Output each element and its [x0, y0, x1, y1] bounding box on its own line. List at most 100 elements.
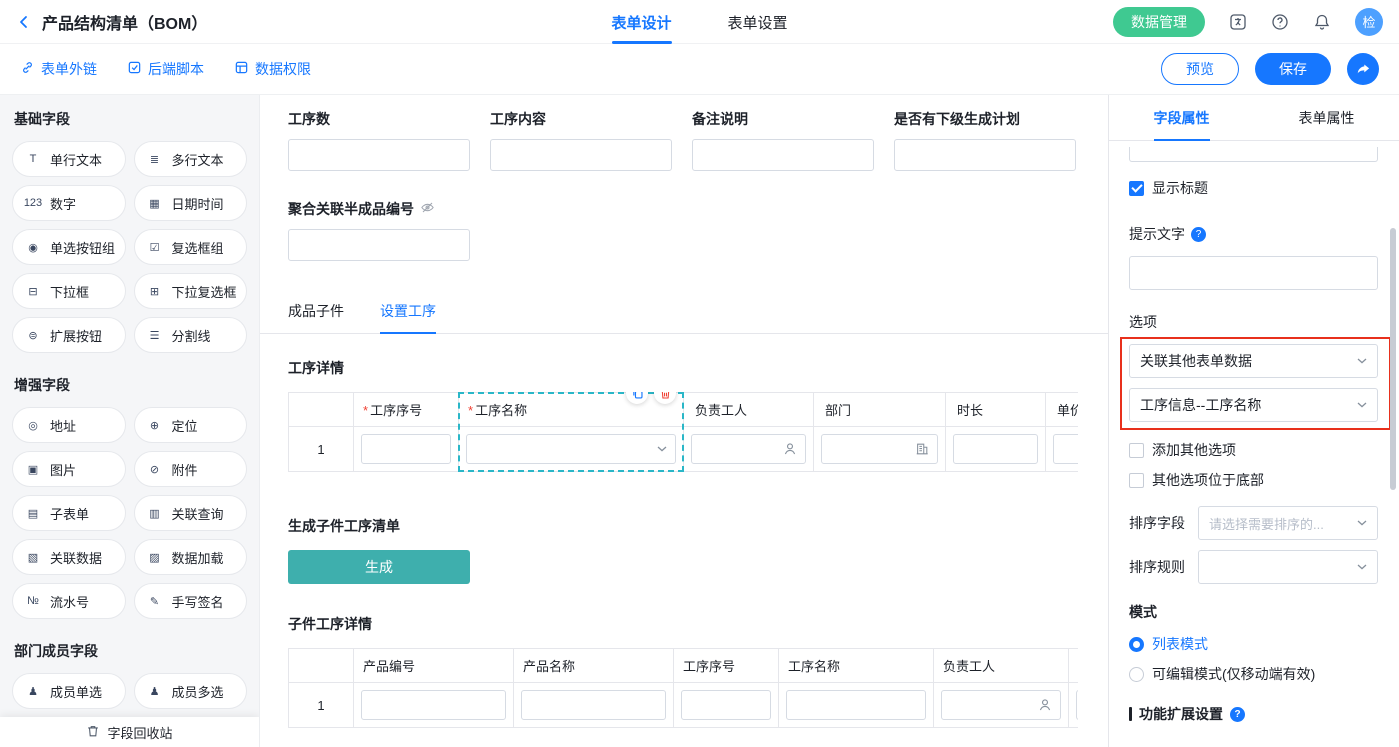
field-item-multi-line-text[interactable]: ≣多行文本: [134, 141, 248, 177]
agg-code-input[interactable]: [288, 229, 470, 261]
location-icon: ⊕: [145, 419, 165, 432]
help-icon[interactable]: [1271, 13, 1289, 31]
field-title-input-clipped[interactable]: [1129, 147, 1378, 162]
sort-field-label: 排序字段: [1129, 513, 1185, 533]
field-item-image[interactable]: ▣图片: [12, 451, 126, 487]
field-item-subform[interactable]: ▤子表单: [12, 495, 126, 531]
field-item-divider[interactable]: ☰分割线: [134, 317, 248, 353]
data-permission-link[interactable]: 数据权限: [234, 59, 311, 79]
member-single-icon: ♟: [23, 685, 43, 698]
question-icon[interactable]: [1230, 707, 1245, 722]
preview-button[interactable]: 预览: [1161, 53, 1239, 85]
data-manage-button[interactable]: 数据管理: [1113, 7, 1205, 37]
question-icon[interactable]: [1191, 227, 1206, 242]
field-item-signature[interactable]: ✎手写签名: [134, 583, 248, 619]
field-item-select[interactable]: ⊟下拉框: [12, 273, 126, 309]
generate-button[interactable]: 生成: [288, 550, 470, 584]
notification-bell-icon[interactable]: [1313, 13, 1331, 31]
show-title-checkbox[interactable]: [1129, 181, 1144, 196]
field-item-single-line-text[interactable]: T单行文本: [12, 141, 126, 177]
list-mode-radio[interactable]: [1129, 637, 1144, 652]
sort-rule-select[interactable]: [1198, 550, 1378, 584]
other-option-bottom-checkbox[interactable]: [1129, 473, 1144, 488]
field-recycle-bin[interactable]: 字段回收站: [0, 717, 259, 747]
field-item-location[interactable]: ⊕定位: [134, 407, 248, 443]
form-field-agg-code[interactable]: 聚合关联半成品编号: [288, 199, 1108, 261]
script-icon: [127, 60, 142, 78]
process-name-select[interactable]: [466, 434, 676, 464]
subform-icon: ▤: [23, 507, 43, 520]
editable-mode-radio[interactable]: [1129, 667, 1144, 682]
sub-process-seq-input[interactable]: [690, 697, 762, 713]
field-item-attachment[interactable]: ⊘附件: [134, 451, 248, 487]
product-code-input[interactable]: [370, 697, 497, 713]
sort-field-select[interactable]: 请选择需要排序的...: [1198, 506, 1378, 540]
process-content-input[interactable]: [490, 139, 672, 171]
linked-data-icon: ▧: [23, 551, 43, 564]
field-item-datetime[interactable]: ▦日期时间: [134, 185, 248, 221]
remark-input[interactable]: [692, 139, 874, 171]
field-item-member-multi[interactable]: ♟成员多选: [134, 673, 248, 709]
tab-form-settings[interactable]: 表单设置: [728, 0, 788, 44]
option-field-select[interactable]: 工序信息--工序名称: [1129, 388, 1378, 422]
form-external-link[interactable]: 表单外链: [20, 59, 97, 79]
mode-label: 模式: [1129, 602, 1378, 622]
field-item-data-load[interactable]: ▨数据加载: [134, 539, 248, 575]
field-item-extend-button[interactable]: ⊜扩展按钮: [12, 317, 126, 353]
copy-column-icon[interactable]: [626, 392, 648, 404]
add-other-option-checkbox[interactable]: [1129, 443, 1144, 458]
person-icon: [1038, 698, 1052, 712]
field-item-multi-select[interactable]: ⊞下拉复选框: [134, 273, 248, 309]
field-item-radio-group[interactable]: ◉单选按钮组: [12, 229, 126, 265]
form-field-remark[interactable]: 备注说明: [692, 109, 874, 171]
sub-process-name-input[interactable]: [795, 697, 917, 713]
save-button[interactable]: 保存: [1255, 53, 1331, 85]
option-source-select[interactable]: 关联其他表单数据: [1129, 344, 1378, 378]
tab-field-properties[interactable]: 字段属性: [1154, 95, 1210, 141]
hint-label: 提示文字: [1129, 224, 1378, 244]
section-title-enhanced-fields: 增强字段: [14, 375, 245, 395]
form-designer-app: 产品结构清单（BOM） 表单设计 表单设置 数据管理 检 表单外链: [0, 0, 1399, 747]
field-item-serial-number[interactable]: №流水号: [12, 583, 126, 619]
price-input[interactable]: [1062, 441, 1078, 457]
hint-text-input[interactable]: [1129, 256, 1378, 290]
section-title-member-fields: 部门成员字段: [14, 641, 245, 661]
backend-script-link[interactable]: 后端脚本: [127, 59, 204, 79]
language-icon[interactable]: [1229, 13, 1247, 31]
col-header-product-name: 产品名称: [514, 649, 674, 683]
user-avatar[interactable]: 检: [1355, 8, 1383, 36]
product-name-input[interactable]: [530, 697, 657, 713]
process-seq-input[interactable]: [370, 441, 442, 457]
tab-process-setup[interactable]: 设置工序: [380, 301, 436, 321]
worker-input[interactable]: [700, 441, 783, 457]
tab-form-design[interactable]: 表单设计: [611, 0, 671, 44]
form-field-has-sub-plan[interactable]: 是否有下级生成计划: [894, 109, 1108, 171]
checkbox-group-icon: ☑: [145, 241, 165, 254]
delete-column-icon[interactable]: [654, 392, 676, 404]
link-icon: [20, 60, 35, 78]
member-multi-icon: ♟: [145, 685, 165, 698]
process-count-input[interactable]: [288, 139, 470, 171]
form-field-process-content[interactable]: 工序内容: [490, 109, 672, 171]
share-icon[interactable]: [1347, 53, 1379, 85]
field-item-number[interactable]: 123数字: [12, 185, 126, 221]
has-sub-plan-input[interactable]: [894, 139, 1076, 171]
field-item-address[interactable]: ◎地址: [12, 407, 126, 443]
department-input[interactable]: [830, 441, 915, 457]
field-item-linked-data[interactable]: ▧关联数据: [12, 539, 126, 575]
panel-scrollbar-thumb[interactable]: [1390, 228, 1396, 490]
field-item-linked-query[interactable]: ▥关联查询: [134, 495, 248, 531]
field-item-member-single[interactable]: ♟成员单选: [12, 673, 126, 709]
sort-field-row: 排序字段 请选择需要排序的...: [1129, 506, 1378, 540]
form-field-process-count[interactable]: 工序数: [288, 109, 470, 171]
field-item-checkbox-group[interactable]: ☑复选框组: [134, 229, 248, 265]
tab-product-subparts[interactable]: 成品子件: [288, 301, 344, 321]
back-button[interactable]: [16, 14, 32, 30]
tab-form-properties[interactable]: 表单属性: [1299, 95, 1355, 141]
recycle-bin-icon: [86, 724, 100, 741]
sub-worker-input[interactable]: [950, 697, 1038, 713]
generate-section-title: 生成子件工序清单: [288, 516, 1108, 536]
form-toolbar: 表单外链 后端脚本 数据权限 预览 保存: [0, 44, 1399, 95]
duration-input[interactable]: [962, 441, 1029, 457]
signature-icon: ✎: [145, 595, 165, 608]
